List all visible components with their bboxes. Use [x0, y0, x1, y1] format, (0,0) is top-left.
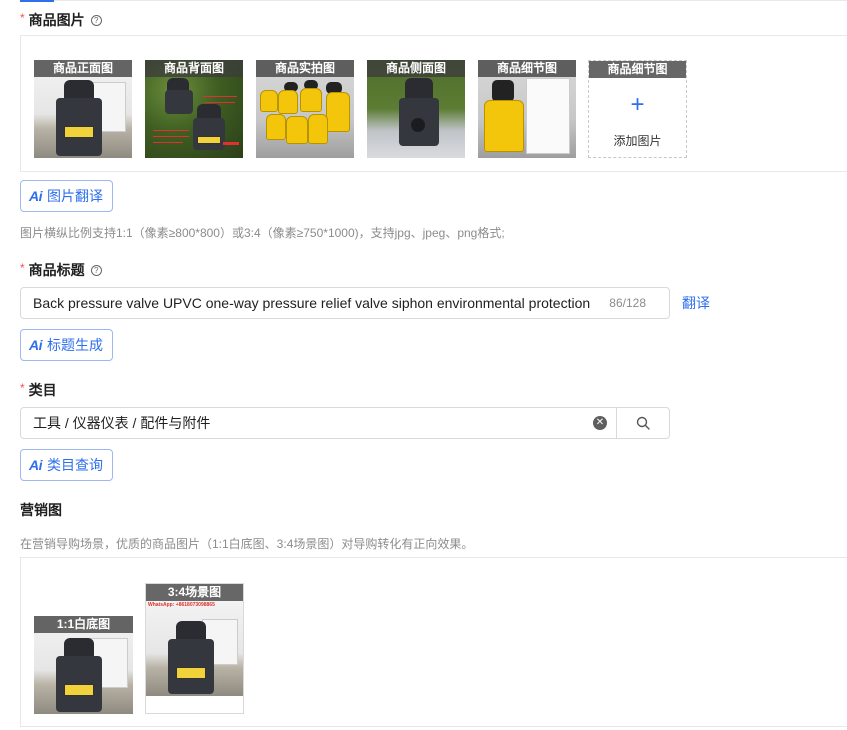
valve-cap [492, 80, 514, 102]
yellow-valve [308, 114, 328, 144]
yellow-valve [278, 90, 298, 114]
annotation-line [153, 130, 189, 131]
yellow-valve [260, 90, 278, 112]
add-tile-caption: 商品细节图 [589, 61, 686, 78]
valve-label [64, 684, 94, 696]
image-caption: 商品侧面图 [367, 60, 465, 77]
image-caption: 3:4场景图 [146, 584, 243, 601]
title-generate-label: 标题生成 [47, 337, 103, 353]
valve-cap [176, 621, 206, 641]
product-images-title: 商品图片 [28, 12, 85, 28]
category-search-button[interactable] [616, 407, 670, 439]
category-label: * 类目 [20, 380, 57, 400]
translate-link[interactable]: 翻译 [682, 293, 710, 313]
image-translate-label: 图片翻译 [47, 188, 103, 204]
image-caption: 商品背面图 [145, 60, 243, 77]
marketing-heading: 营销图 [20, 502, 62, 518]
product-image-front[interactable]: 商品正面图 [34, 60, 132, 158]
annotation-line [153, 142, 183, 143]
yellow-valve [326, 92, 350, 132]
add-image-button[interactable]: 商品细节图 + 添加图片 [588, 60, 687, 158]
image-caption: 商品实拍图 [256, 60, 354, 77]
annotation-arrow [223, 142, 239, 145]
valve-port [411, 118, 425, 132]
valve-body [193, 118, 225, 150]
watermark-text: WhatsApp: +8618073098865 [148, 602, 215, 608]
valve-cap [64, 80, 94, 100]
packaging-box [526, 78, 570, 154]
valve-cap [64, 638, 94, 658]
image-format-hint: 图片横纵比例支持1:1（像素≥800*800）或3:4（像素≥750*1000)… [20, 226, 505, 240]
ai-icon: Ai [29, 188, 43, 204]
close-circle-icon[interactable]: ✕ [593, 416, 607, 430]
yellow-valve [484, 100, 524, 152]
yellow-valve [266, 114, 286, 140]
product-title-value: Back pressure valve UPVC one-way pressur… [33, 295, 591, 311]
category-value: 工具 / 仪器仪表 / 配件与附件 [33, 415, 211, 431]
required-mark: * [20, 261, 25, 275]
category-input[interactable]: 工具 / 仪器仪表 / 配件与附件 [20, 407, 617, 439]
ai-icon: Ai [29, 457, 43, 473]
valve-body [165, 90, 193, 114]
product-images-label: * 商品图片 ? [20, 10, 102, 30]
category-query-label: 类目查询 [47, 457, 103, 473]
ai-icon: Ai [29, 337, 43, 353]
image-caption: 1:1白底图 [34, 616, 133, 633]
search-icon [636, 416, 650, 430]
image-caption: 商品正面图 [34, 60, 132, 77]
valve-cap [405, 78, 433, 100]
product-image-detail[interactable]: 商品细节图 [478, 60, 576, 158]
question-circle-icon[interactable]: ? [90, 14, 102, 26]
yellow-valve [286, 116, 308, 144]
category-query-button[interactable]: Ai 类目查询 [20, 449, 113, 481]
add-image-label: 添加图片 [613, 134, 662, 148]
product-image-back[interactable]: 商品背面图 [145, 60, 243, 158]
marketing-image-square[interactable]: 1:1白底图 [34, 616, 133, 714]
required-mark: * [20, 11, 25, 25]
product-images-panel: 商品正面图 商品背面图 商品实拍图 商品侧面图 商品细节图 商品细节图 + 添加… [20, 35, 847, 172]
required-mark: * [20, 381, 25, 395]
product-image-real[interactable]: 商品实拍图 [256, 60, 354, 158]
title-generate-button[interactable]: Ai 标题生成 [20, 329, 113, 361]
marketing-hint: 在营销导购场景，优质的商品图片（1:1白底图、3:4场景图）对导购转化有正向效果… [20, 537, 474, 551]
tab-underline [20, 0, 847, 2]
annotation-line [205, 102, 235, 103]
product-title-label: * 商品标题 ? [20, 260, 102, 280]
annotation-line [203, 96, 237, 97]
product-title-heading: 商品标题 [28, 262, 85, 278]
valve-label [64, 126, 94, 138]
marketing-images-panel: 1:1白底图 3:4场景图 WhatsApp: +8618073098865 [20, 557, 847, 727]
valve-label [197, 136, 221, 144]
annotation-line [153, 136, 189, 137]
yellow-valve [300, 88, 322, 112]
image-caption: 商品细节图 [478, 60, 576, 77]
marketing-image-portrait[interactable]: 3:4场景图 WhatsApp: +8618073098865 [145, 583, 244, 714]
image-translate-button[interactable]: Ai 图片翻译 [20, 180, 113, 212]
plus-icon: + [630, 91, 645, 118]
marketing-label: 营销图 [20, 500, 62, 520]
product-title-input[interactable]: Back pressure valve UPVC one-way pressur… [20, 287, 670, 319]
category-heading: 类目 [28, 382, 57, 398]
valve-label [176, 667, 206, 679]
scene-photo: WhatsApp: +8618073098865 [146, 601, 243, 696]
product-image-side[interactable]: 商品侧面图 [367, 60, 465, 158]
title-char-counter: 86/128 [609, 296, 646, 310]
active-tab-indicator [20, 0, 54, 2]
question-circle-icon[interactable]: ? [90, 264, 102, 276]
